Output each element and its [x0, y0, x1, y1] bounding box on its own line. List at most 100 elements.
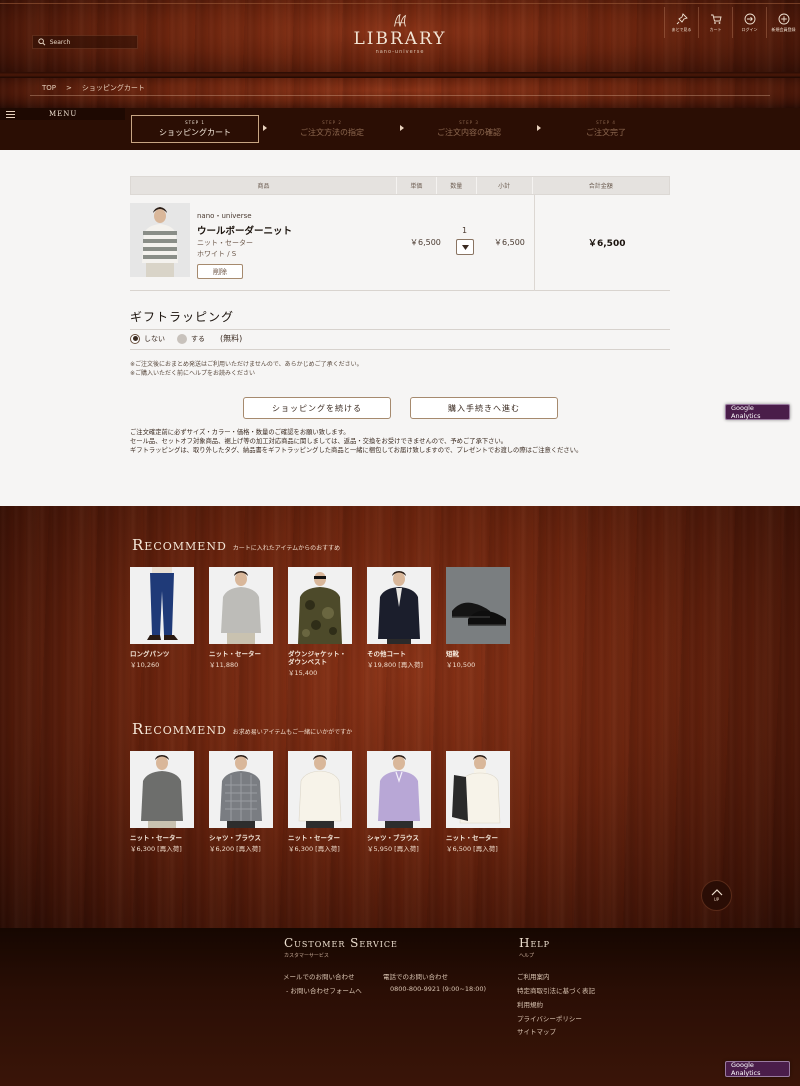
login-icon: [744, 13, 755, 24]
notice-line: セール品、セットオフ対象商品、裾上げ等の加工対応商品に関しましては、返品・交換を…: [130, 438, 508, 445]
gift-option-wrap[interactable]: する: [177, 333, 220, 344]
recommend-thumb[interactable]: [288, 567, 352, 644]
logo-text: LIBRARY: [353, 29, 447, 49]
recommend-heading-1: Recommend カートに入れたアイテムからのおすすめ: [132, 536, 340, 554]
step-number: STEP 4: [596, 120, 616, 125]
notice-line: ギフトラッピングは、取り外したタグ、納品書をギフトラッピングした商品と一緒に梱包…: [130, 447, 583, 454]
col-product: 商品: [131, 177, 397, 194]
phone-contact-label: 電話でのお問い合わせ: [383, 973, 448, 981]
gift-note: ※ご購入いただく前にヘルプをお読みください: [130, 370, 256, 377]
recommend-item-price: ￥6,500 [再入荷]: [446, 845, 498, 853]
step-label: ご注文方法の指定: [300, 128, 364, 137]
recommend-thumb[interactable]: [446, 567, 510, 644]
white-turtleneck-image: [446, 751, 510, 828]
cart-row: nano・universe ウールボーダーニット ニット・セーター ホワイト /…: [130, 195, 670, 291]
cart-button[interactable]: カート: [698, 7, 732, 38]
recommend-thumb[interactable]: [288, 751, 352, 828]
radio-unselected-icon[interactable]: [177, 333, 187, 344]
notice-line: ご注文確定前に必ずサイズ・カラー・価格・数量のご確認をお願い致します。: [130, 429, 350, 436]
col-total: 合計金額: [588, 183, 613, 190]
recommend-item[interactable]: ロングパンツ ￥10,260: [130, 567, 194, 677]
help-link-sitemap[interactable]: サイトマップ: [517, 1026, 556, 1036]
recommend-thumb[interactable]: [209, 751, 273, 828]
radio-selected-icon[interactable]: [130, 333, 140, 344]
subtotal: ￥6,500: [494, 238, 525, 247]
recommend-list-2: ニット・セーター ￥6,300 [再入荷] シャツ・ブラウス ￥6,200 [再…: [130, 751, 510, 853]
help-link-legal[interactable]: 特定商取引法に基づく表記: [517, 985, 595, 995]
chevron-up-icon: [711, 889, 722, 896]
delete-button[interactable]: 削除: [197, 264, 243, 279]
recommend-thumb[interactable]: [209, 567, 273, 644]
menu-label: MENU: [49, 110, 78, 118]
gray-sweater-image: [209, 567, 273, 644]
search-input[interactable]: [49, 38, 137, 46]
recommend-list-1: ロングパンツ ￥10,260 ニット・セーター ￥11,880 ダウンジャケット…: [130, 567, 510, 677]
help-link-guide[interactable]: ご利用案内: [517, 971, 550, 981]
recommend-thumb[interactable]: [130, 751, 194, 828]
scroll-up-button[interactable]: UP: [701, 880, 732, 911]
help-link-terms[interactable]: 利用規約: [517, 999, 543, 1009]
step-number: STEP 3: [459, 120, 479, 125]
product-image[interactable]: [130, 203, 190, 277]
lavender-shirt-image: [367, 751, 431, 828]
continue-shopping-button[interactable]: ショッピングを続ける: [243, 397, 391, 419]
google-analytics-badge[interactable]: Google Analytics: [725, 404, 790, 420]
gift-option-none-label: しない: [144, 334, 165, 343]
recommend-item[interactable]: その他コート ￥19,800 [再入荷]: [367, 567, 431, 677]
gift-option-none[interactable]: しない: [130, 333, 177, 344]
pin-icon: [676, 12, 688, 24]
breadcrumb-current: ショッピングカート: [81, 84, 145, 92]
unit-price: ￥6,500: [410, 238, 441, 247]
help-link-privacy[interactable]: プライバシーポリシー: [517, 1013, 582, 1023]
recommend-subtitle: お求め易いアイテムもご一緒にいかがですか: [232, 729, 353, 736]
col-quantity: 数量: [437, 177, 477, 194]
menu-button[interactable]: MENU: [0, 108, 125, 120]
login-button[interactable]: ログイン: [732, 7, 766, 38]
search-box[interactable]: [32, 35, 138, 49]
recommend-subtitle: カートに入れたアイテムからのおすすめ: [232, 545, 341, 552]
recommend-item[interactable]: ダウンジャケット・ダウンベスト ￥15,400: [288, 567, 352, 677]
checkout-button[interactable]: 購入手続きへ進む: [410, 397, 558, 419]
google-analytics-badge-bottom[interactable]: Google Analytics: [725, 1061, 790, 1077]
contact-form-link[interactable]: - お問い合わせフォームへ: [286, 985, 362, 995]
breadcrumb-home-link[interactable]: TOP: [42, 84, 56, 92]
quantity-dropdown[interactable]: [456, 239, 474, 255]
recommend-item-name: ニット・セーター: [130, 834, 182, 842]
cart-content: 商品 単価 数量 小計 合計金額 nano・universe ウールボーダーニッ…: [0, 150, 800, 506]
recommend-thumb[interactable]: [130, 567, 194, 644]
step-number: STEP 2: [322, 120, 342, 125]
recommend-thumb[interactable]: [446, 751, 510, 828]
recommend-item[interactable]: シャツ・ブラウス ￥6,200 [再入荷]: [209, 751, 273, 853]
login-label: ログイン: [741, 26, 758, 32]
recommend-item[interactable]: 短靴 ￥10,500: [446, 567, 510, 677]
product-name[interactable]: ウールボーダーニット: [197, 223, 292, 237]
watch-later-button[interactable]: あとで見る: [664, 7, 698, 38]
recommend-item-name: ニット・セーター: [209, 650, 261, 658]
cart-label: カート: [709, 26, 722, 32]
recommend-item-price: ￥11,880: [209, 661, 239, 669]
hamburger-icon: [6, 110, 15, 118]
gift-rule-top: [130, 329, 670, 330]
recommend-item[interactable]: ニット・セーター ￥6,500 [再入荷]: [446, 751, 510, 853]
col-unit-price: 単価: [397, 177, 437, 194]
navy-coat-image: [367, 567, 431, 644]
plus-circle-icon: [778, 13, 789, 24]
step-3: STEP 3 ご注文内容の確認: [405, 115, 533, 143]
site-logo[interactable]: LIBRARY nano-universe: [330, 12, 470, 55]
recommend-item[interactable]: ニット・セーター ￥6,300 [再入荷]: [288, 751, 352, 853]
recommend-thumb[interactable]: [367, 751, 431, 828]
breadcrumb-separator: >: [66, 84, 72, 92]
recommend-item-price: ￥10,260: [130, 661, 160, 669]
step-2: STEP 2 ご注文方法の指定: [268, 115, 396, 143]
register-button[interactable]: 新規会員登録: [766, 7, 800, 38]
cart-table-header: 商品 単価 数量 小計 合計金額: [130, 176, 670, 195]
recommend-item-name: シャツ・ブラウス: [367, 834, 419, 842]
recommend-area: Recommend カートに入れたアイテムからのおすすめ ロングパンツ ￥10,…: [0, 506, 800, 928]
recommend-item[interactable]: ニット・セーター ￥11,880: [209, 567, 273, 677]
recommend-item[interactable]: シャツ・ブラウス ￥5,950 [再入荷]: [367, 751, 431, 853]
recommend-thumb[interactable]: [367, 567, 431, 644]
recommend-item-name: 短靴: [446, 650, 459, 658]
gift-fee: (無料): [220, 334, 243, 343]
recommend-item[interactable]: ニット・セーター ￥6,300 [再入荷]: [130, 751, 194, 853]
col-subtotal: 小計: [477, 177, 533, 194]
